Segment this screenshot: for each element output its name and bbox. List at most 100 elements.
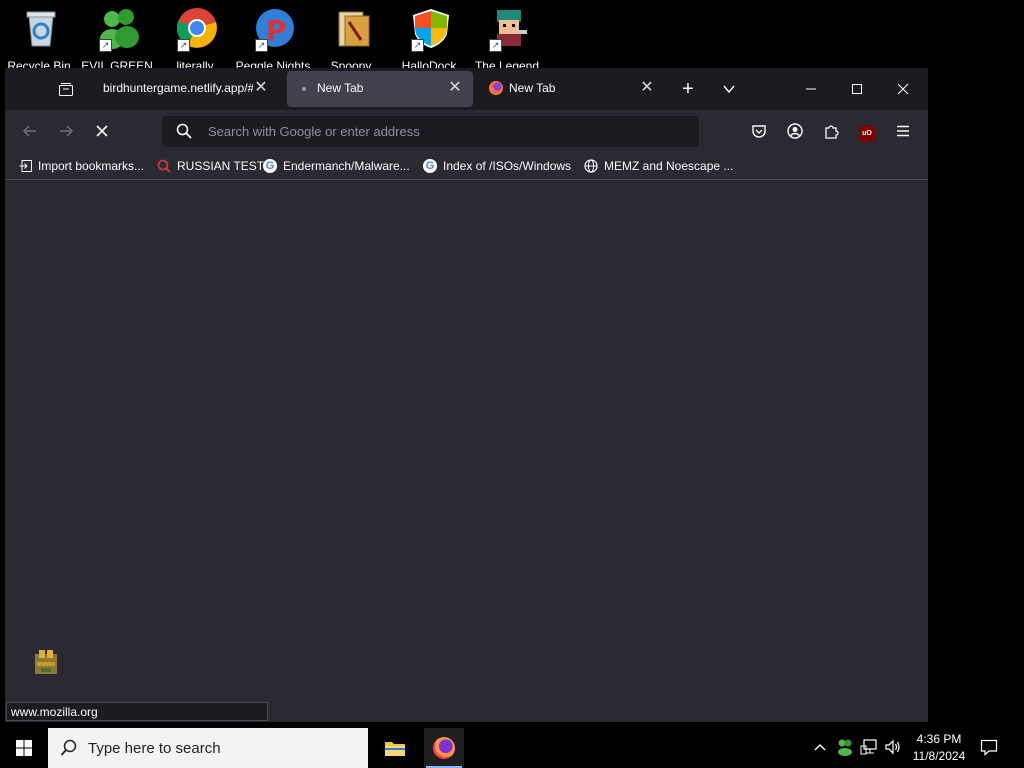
taskbar-search-placeholder: Type here to search bbox=[88, 740, 221, 757]
desktop-icon-the-legend[interactable]: ↗ The Legend bbox=[468, 4, 546, 73]
google-icon: G bbox=[423, 159, 437, 173]
minimize-button[interactable] bbox=[797, 75, 825, 103]
back-button[interactable] bbox=[16, 117, 44, 145]
firefox-taskbar-button[interactable] bbox=[424, 728, 464, 768]
page-content[interactable] bbox=[5, 180, 928, 722]
status-panel: www.mozilla.org bbox=[6, 702, 268, 721]
close-window-button[interactable] bbox=[889, 75, 917, 103]
taskbar-search-box[interactable]: Type here to search bbox=[48, 728, 368, 768]
tab-close-icon[interactable]: ✕ bbox=[637, 78, 657, 98]
tab-birdhunter[interactable]: birdhuntergame.netlify.app/# ✕ bbox=[89, 71, 279, 107]
account-button[interactable] bbox=[781, 117, 809, 145]
google-icon: G bbox=[263, 159, 277, 173]
clock-time: 4:36 PM bbox=[916, 732, 962, 746]
show-hidden-icons-button[interactable] bbox=[814, 738, 832, 758]
folder-document-icon bbox=[331, 6, 375, 50]
puzzle-piece-icon bbox=[825, 125, 839, 139]
ublock-button[interactable]: uO bbox=[853, 117, 881, 145]
bookmark-label: Index of /ISOs/Windows bbox=[443, 159, 572, 173]
speaker-icon bbox=[885, 739, 900, 755]
tab-bar: birdhuntergame.netlify.app/# ✕ New Tab ✕… bbox=[5, 68, 928, 110]
maximize-button[interactable] bbox=[843, 75, 871, 103]
start-button[interactable] bbox=[0, 728, 48, 768]
green-people-tray-icon bbox=[838, 739, 852, 756]
firefox-view-icon bbox=[59, 83, 73, 96]
firefox-window: birdhuntergame.netlify.app/# ✕ New Tab ✕… bbox=[5, 68, 928, 722]
close-icon bbox=[897, 83, 909, 95]
firefox-view-button[interactable] bbox=[52, 75, 80, 103]
desktop-icon-literally[interactable]: ↗ literally bbox=[156, 4, 234, 73]
tab-new-tab[interactable]: New Tab ✕ bbox=[479, 71, 665, 107]
bookmark-label: RUSSIAN TEST bbox=[177, 159, 265, 173]
volume-button[interactable] bbox=[884, 738, 904, 758]
forward-button[interactable] bbox=[52, 117, 80, 145]
shortcut-arrow-icon: ↗ bbox=[255, 39, 268, 52]
tab-title: New Tab bbox=[317, 81, 364, 95]
app-menu-button[interactable] bbox=[889, 117, 917, 145]
network-button[interactable] bbox=[860, 738, 880, 758]
bookmark-label: Import bookmarks... bbox=[38, 159, 145, 173]
svg-text:P: P bbox=[266, 14, 287, 47]
file-explorer-taskbar-button[interactable] bbox=[376, 728, 414, 768]
nav-toolbar: Search with Google or enter address uO bbox=[5, 110, 928, 152]
tab-close-icon[interactable]: ✕ bbox=[445, 78, 465, 98]
system-tray: 4:36 PM 11/8/2024 bbox=[810, 728, 1024, 768]
plus-icon: + bbox=[682, 78, 694, 100]
minimize-icon bbox=[806, 88, 816, 90]
recycle-bin-icon bbox=[19, 6, 63, 50]
desktop-icon-peggle-nights[interactable]: P ↗ Peggle Nights bbox=[234, 4, 312, 73]
search-icon bbox=[60, 739, 77, 756]
bookmark-russian-test[interactable]: RUSSIAN TEST bbox=[157, 158, 264, 174]
bookmarks-toolbar: Import bookmarks... RUSSIAN TEST G Ender… bbox=[5, 152, 928, 180]
hamburger-menu-icon bbox=[897, 125, 909, 137]
maximize-icon bbox=[852, 84, 862, 94]
tab-title: birdhuntergame.netlify.app/# bbox=[103, 81, 253, 95]
shield-icon: ↗ bbox=[409, 6, 453, 52]
tab-title: New Tab bbox=[509, 81, 556, 95]
new-tab-button[interactable]: + bbox=[674, 75, 702, 103]
windows-logo-icon bbox=[16, 740, 32, 756]
chrome-icon: ↗ bbox=[175, 6, 219, 52]
network-icon bbox=[860, 739, 877, 755]
ublock-origin-icon: uO bbox=[859, 126, 875, 142]
chevron-up-icon bbox=[814, 744, 826, 751]
desktop-icon-evil-green[interactable]: ↗ EVIL GREEN bbox=[78, 4, 156, 73]
pocket-icon bbox=[752, 125, 766, 138]
tab-close-icon[interactable]: ✕ bbox=[251, 78, 271, 98]
bookmark-import[interactable]: Import bookmarks... bbox=[19, 158, 144, 174]
firefox-icon bbox=[489, 81, 503, 95]
firefox-icon bbox=[433, 737, 455, 759]
back-arrow-icon bbox=[22, 125, 36, 137]
bookmark-label: Endermanch/Malware... bbox=[283, 159, 410, 173]
chevron-down-icon bbox=[723, 85, 735, 94]
tab-new-tab-active[interactable]: New Tab ✕ bbox=[287, 71, 473, 107]
search-red-icon bbox=[157, 159, 171, 173]
pocket-button[interactable] bbox=[745, 117, 773, 145]
url-bar[interactable]: Search with Google or enter address bbox=[162, 116, 699, 147]
desktop-icon-hallodock[interactable]: ↗ HalloDock bbox=[390, 4, 468, 73]
stop-button[interactable] bbox=[88, 117, 116, 145]
bookmark-memz[interactable]: MEMZ and Noescape ... bbox=[584, 158, 733, 174]
notifications-button[interactable] bbox=[980, 738, 1002, 758]
tab-loading-dot-icon bbox=[302, 87, 306, 91]
shortcut-arrow-icon: ↗ bbox=[177, 39, 190, 52]
clock-date: 11/8/2024 bbox=[912, 749, 966, 763]
desktop-icon-recycle-bin[interactable]: Recycle Bin bbox=[0, 4, 78, 73]
tray-app-button[interactable] bbox=[836, 738, 856, 758]
search-icon bbox=[176, 123, 192, 139]
list-all-tabs-button[interactable] bbox=[715, 75, 743, 103]
bookmark-index-isos[interactable]: G Index of /ISOs/Windows bbox=[423, 158, 571, 174]
small-sprite-icon bbox=[33, 648, 59, 676]
bookmark-endermanch[interactable]: G Endermanch/Malware... bbox=[263, 158, 410, 174]
import-icon bbox=[19, 160, 32, 172]
desktop-icon-spoopy[interactable]: Spoopy bbox=[312, 4, 390, 73]
bookmark-label: MEMZ and Noescape ... bbox=[604, 159, 734, 173]
stop-x-icon bbox=[96, 125, 108, 137]
shortcut-arrow-icon: ↗ bbox=[489, 39, 502, 52]
extensions-button[interactable] bbox=[817, 117, 845, 145]
folder-icon bbox=[385, 742, 405, 756]
clock[interactable]: 4:36 PM 11/8/2024 bbox=[906, 731, 972, 767]
messenger-people-icon: ↗ bbox=[97, 6, 141, 52]
forward-arrow-icon bbox=[60, 125, 74, 137]
url-placeholder: Search with Google or enter address bbox=[208, 124, 420, 139]
